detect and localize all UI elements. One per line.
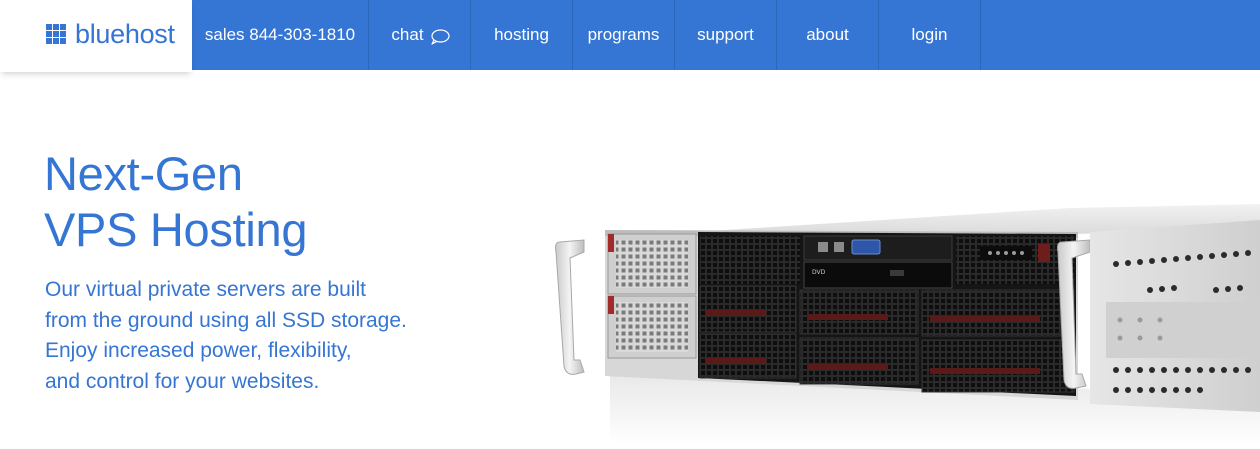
hero-headline-line-1: Next-Gen: [44, 147, 243, 200]
hero-description-line-3: Enjoy increased power, flexibility,: [45, 339, 352, 362]
nav-login[interactable]: login: [879, 0, 981, 70]
rack-server-illustration: DVD: [550, 190, 1260, 444]
nav-support-label: support: [697, 25, 754, 44]
hero-description-line-2: from the ground using all SSD storage.: [45, 308, 407, 332]
bluehost-grid-icon: [46, 24, 66, 44]
nav-hosting[interactable]: hosting: [471, 0, 573, 70]
logo-link[interactable]: bluehost: [0, 0, 192, 72]
hero-headline-line-2: VPS Hosting: [44, 203, 308, 256]
nav-support[interactable]: support: [675, 0, 777, 70]
nav-programs-label: programs: [587, 25, 660, 44]
hero-description: Our virtual private servers are built fr…: [45, 275, 407, 397]
nav-hosting-label: hosting: [494, 25, 549, 44]
nav-login-label: login: [911, 25, 948, 44]
hero-description-line-1: Our virtual private servers are built: [45, 278, 366, 301]
top-navigation-bar: bluehost sales 844-303-1810 chat hosting…: [0, 0, 1260, 72]
dvd-label: DVD: [812, 269, 826, 276]
logo-text: bluehost: [75, 19, 175, 49]
nav-about-label: about: [806, 25, 849, 44]
nav-chat[interactable]: chat: [369, 0, 471, 70]
hero-description-line-4: and control for your websites.: [45, 369, 320, 393]
chat-bubble-icon: [430, 29, 450, 45]
nav-programs[interactable]: programs: [573, 0, 675, 70]
nav-sales-phone[interactable]: sales 844-303-1810: [192, 0, 369, 70]
nav-about[interactable]: about: [777, 0, 879, 70]
nav-menu: sales 844-303-1810 chat hosting programs…: [192, 0, 981, 70]
nav-sales-label: sales 844-303-1810: [204, 25, 356, 44]
hero-headline: Next-Gen VPS Hosting: [44, 146, 307, 258]
nav-chat-label: chat: [391, 25, 424, 44]
